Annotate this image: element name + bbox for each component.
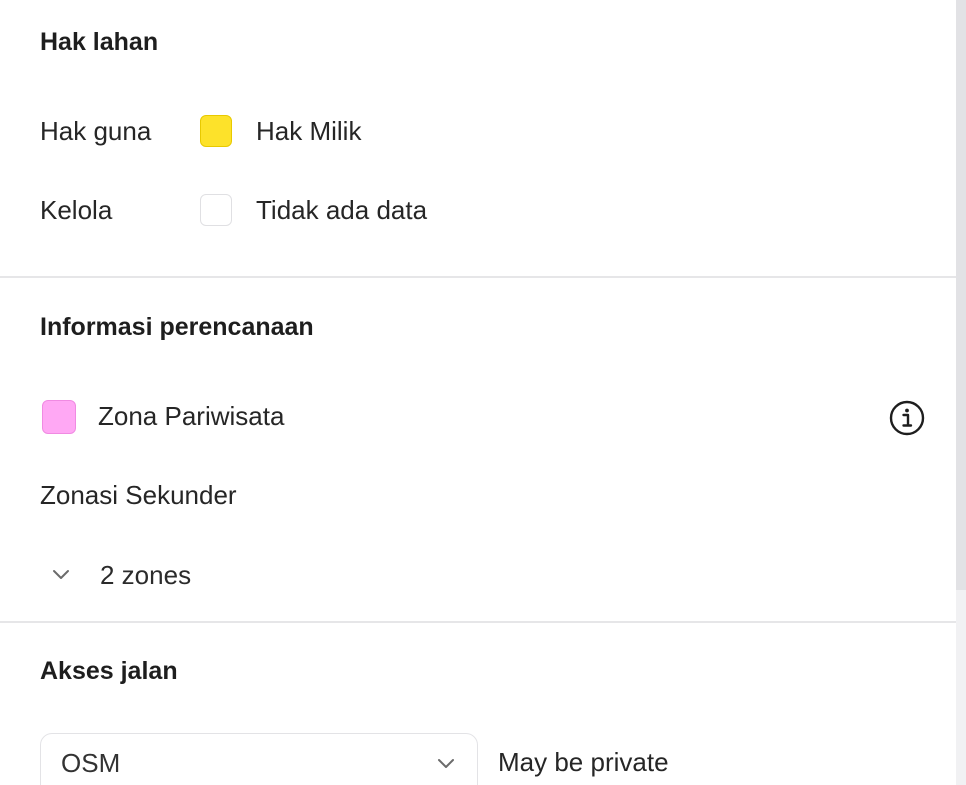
chevron-down-icon[interactable] [52, 569, 70, 581]
info-icon[interactable] [889, 400, 925, 436]
secondary-zoning-label: Zonasi Sekunder [40, 480, 237, 510]
color-swatch-yellow [200, 115, 232, 147]
section-divider [0, 276, 956, 278]
expander-label[interactable]: 2 zones [100, 560, 191, 591]
section-heading-hak-lahan: Hak lahan [40, 28, 159, 56]
select-value: OSM [61, 748, 121, 778]
zone-label: Zona Pariwisata [98, 401, 285, 431]
chevron-down-icon [438, 759, 454, 768]
section-divider [0, 621, 956, 623]
section-heading-akses-jalan: Akses jalan [40, 657, 178, 685]
row-label: Hak guna [40, 116, 152, 146]
row-value: Hak Milik [256, 116, 362, 146]
land-info-panel: Hak lahan Hak guna Hak Milik Kelola Tida… [0, 0, 966, 785]
road-access-status: May be private [498, 747, 669, 777]
scrollbar-thumb[interactable] [956, 0, 966, 590]
row-label: Kelola [40, 195, 113, 225]
color-swatch-empty [200, 194, 232, 226]
row-value: Tidak ada data [256, 195, 428, 225]
scrollbar-track[interactable] [956, 0, 966, 785]
road-source-select[interactable]: OSM [40, 733, 478, 785]
section-heading-informasi-perencanaan: Informasi perencanaan [40, 313, 314, 341]
color-swatch-pink [42, 400, 76, 434]
